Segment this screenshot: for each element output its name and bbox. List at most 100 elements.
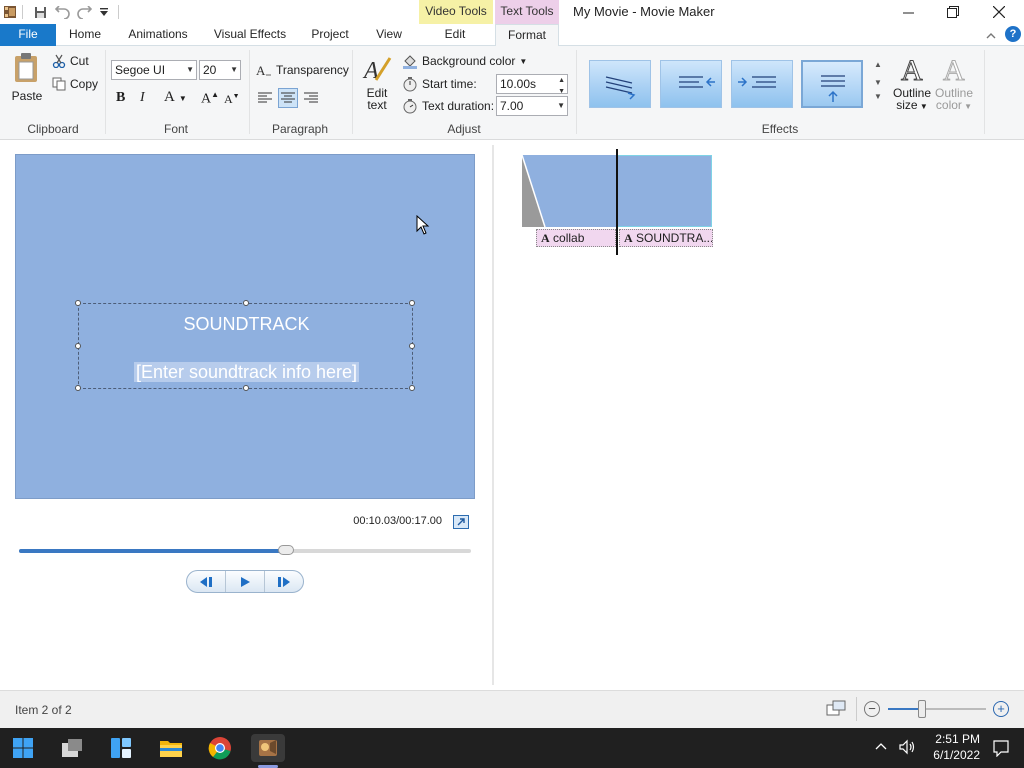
font-color-button[interactable]: A ▼ bbox=[164, 89, 187, 106]
bold-button[interactable]: B bbox=[116, 90, 125, 106]
transparency-button[interactable]: A Transparency bbox=[256, 60, 349, 80]
overlay-info-text[interactable]: [Enter soundtrack info here] bbox=[133, 362, 360, 382]
storyboard-panel[interactable]: A collab A SOUNDTRA... bbox=[492, 145, 1024, 685]
seek-progress bbox=[19, 549, 286, 553]
scroll-down-icon[interactable]: ▼ bbox=[874, 78, 882, 88]
clip-thumbnail-soundtrack[interactable] bbox=[616, 155, 712, 227]
align-left-button[interactable] bbox=[257, 90, 273, 106]
resize-handle[interactable] bbox=[409, 343, 415, 349]
effect-slide-left-icon bbox=[679, 76, 715, 88]
tab-view[interactable]: View bbox=[368, 24, 410, 46]
task-view-button[interactable] bbox=[58, 734, 86, 762]
chrome-button[interactable] bbox=[206, 734, 234, 762]
volume-button[interactable] bbox=[898, 738, 916, 759]
maximize-button[interactable] bbox=[930, 0, 976, 24]
paste-button[interactable]: Paste bbox=[8, 52, 46, 108]
playhead[interactable] bbox=[616, 149, 618, 255]
tab-animations[interactable]: Animations bbox=[122, 24, 194, 46]
outline-size-button[interactable]: A Outline size ▼ bbox=[890, 52, 934, 113]
app-icon[interactable] bbox=[2, 4, 18, 20]
effect-thumbnail-1[interactable] bbox=[589, 60, 651, 108]
background-color-button[interactable]: Background color ▼ bbox=[402, 51, 527, 71]
grow-font-button[interactable]: A▲ bbox=[201, 90, 219, 108]
text-overlay-box[interactable]: SOUNDTRACK [Enter soundtrack info here] bbox=[75, 300, 415, 391]
next-frame-button[interactable] bbox=[265, 571, 303, 592]
effect-slide-up-icon bbox=[821, 75, 845, 102]
zoom-out-button[interactable]: − bbox=[864, 701, 880, 717]
tab-format[interactable]: Format bbox=[495, 24, 559, 47]
help-icon[interactable]: ? bbox=[1005, 26, 1021, 42]
edit-text-button[interactable]: A Edit text bbox=[360, 54, 394, 111]
show-hidden-icons-button[interactable] bbox=[875, 740, 887, 754]
zoom-in-button[interactable]: + bbox=[993, 701, 1009, 717]
text-duration-combo[interactable]: 7.00 ▼ bbox=[496, 96, 568, 116]
play-button[interactable] bbox=[226, 571, 265, 592]
status-bar: Item 2 of 2 − + bbox=[0, 690, 1024, 728]
file-explorer-button[interactable] bbox=[157, 734, 185, 762]
save-icon[interactable] bbox=[32, 4, 48, 20]
start-time-input[interactable]: 10.00s ▲ ▼ bbox=[496, 74, 568, 95]
widgets-button[interactable] bbox=[107, 734, 135, 762]
thumbnail-size-button[interactable] bbox=[826, 700, 846, 718]
tab-edit[interactable]: Edit bbox=[425, 24, 485, 46]
close-button[interactable] bbox=[976, 0, 1022, 24]
fullscreen-button[interactable] bbox=[453, 515, 469, 529]
chevron-down-icon: ▼ bbox=[186, 65, 194, 74]
resize-handle[interactable] bbox=[75, 343, 81, 349]
tab-home[interactable]: Home bbox=[62, 24, 108, 46]
resize-handle[interactable] bbox=[243, 385, 249, 391]
play-icon bbox=[241, 576, 250, 587]
outline-color-button[interactable]: A Outline color ▼ bbox=[932, 52, 976, 113]
mouse-cursor-icon bbox=[416, 215, 430, 235]
customize-qat-icon[interactable] bbox=[96, 4, 112, 20]
resize-handle[interactable] bbox=[409, 300, 415, 306]
clip-thumbnail-collab[interactable] bbox=[521, 154, 616, 228]
effects-scroll-controls[interactable]: ▲ ▼ ▼ bbox=[874, 60, 882, 102]
expand-gallery-icon[interactable]: ▼ bbox=[874, 92, 882, 102]
effect-thumbnail-4-selected[interactable] bbox=[801, 60, 863, 108]
background-color-label: Background color bbox=[422, 54, 516, 68]
redo-icon[interactable] bbox=[76, 4, 92, 20]
zoom-slider-thumb[interactable] bbox=[918, 700, 927, 718]
align-right-icon bbox=[304, 92, 318, 103]
edit-text-label-line2: text bbox=[367, 98, 387, 112]
caption-clip-soundtrack[interactable]: A SOUNDTRA... bbox=[619, 229, 713, 247]
align-right-button[interactable] bbox=[303, 90, 319, 106]
align-left-icon bbox=[258, 92, 272, 103]
shrink-font-button[interactable]: A▼ bbox=[224, 92, 240, 107]
effect-thumbnail-2[interactable] bbox=[660, 60, 722, 108]
minimize-button[interactable] bbox=[885, 0, 931, 24]
tab-visual-effects[interactable]: Visual Effects bbox=[208, 24, 292, 46]
movie-maker-button[interactable] bbox=[251, 734, 285, 762]
resize-handle[interactable] bbox=[243, 300, 249, 306]
resize-handle[interactable] bbox=[75, 300, 81, 306]
effect-thumbnail-3[interactable] bbox=[731, 60, 793, 108]
scroll-up-icon[interactable]: ▲ bbox=[874, 60, 882, 70]
font-family-combo[interactable]: Segoe UI ▼ bbox=[111, 60, 197, 80]
tab-file[interactable]: File bbox=[0, 24, 56, 46]
copy-button[interactable]: Copy bbox=[52, 74, 98, 94]
resize-handle[interactable] bbox=[75, 385, 81, 391]
italic-button[interactable]: I bbox=[140, 90, 145, 106]
separator bbox=[856, 697, 857, 721]
previous-frame-button[interactable] bbox=[187, 571, 226, 592]
caption-clip-collab[interactable]: A collab bbox=[536, 229, 616, 247]
separator bbox=[576, 50, 577, 134]
windows-logo-icon bbox=[13, 738, 33, 758]
seek-bar[interactable] bbox=[19, 545, 471, 555]
video-preview[interactable]: SOUNDTRACK [Enter soundtrack info here] bbox=[15, 154, 475, 499]
notifications-button[interactable] bbox=[992, 739, 1010, 760]
font-size-combo[interactable]: 20 ▼ bbox=[199, 60, 241, 80]
resize-handle[interactable] bbox=[409, 385, 415, 391]
tab-project[interactable]: Project bbox=[306, 24, 354, 46]
next-frame-icon bbox=[278, 576, 290, 587]
align-center-button[interactable] bbox=[278, 88, 298, 108]
cut-button[interactable]: Cut bbox=[52, 51, 89, 71]
taskbar: 2:51 PM 6/1/2022 bbox=[0, 728, 1024, 768]
zoom-slider[interactable] bbox=[888, 700, 986, 718]
start-button[interactable] bbox=[9, 734, 37, 762]
undo-icon[interactable] bbox=[54, 4, 70, 20]
collapse-ribbon-icon[interactable] bbox=[986, 29, 996, 43]
clock[interactable]: 2:51 PM 6/1/2022 bbox=[922, 731, 980, 763]
seek-thumb[interactable] bbox=[277, 545, 294, 555]
